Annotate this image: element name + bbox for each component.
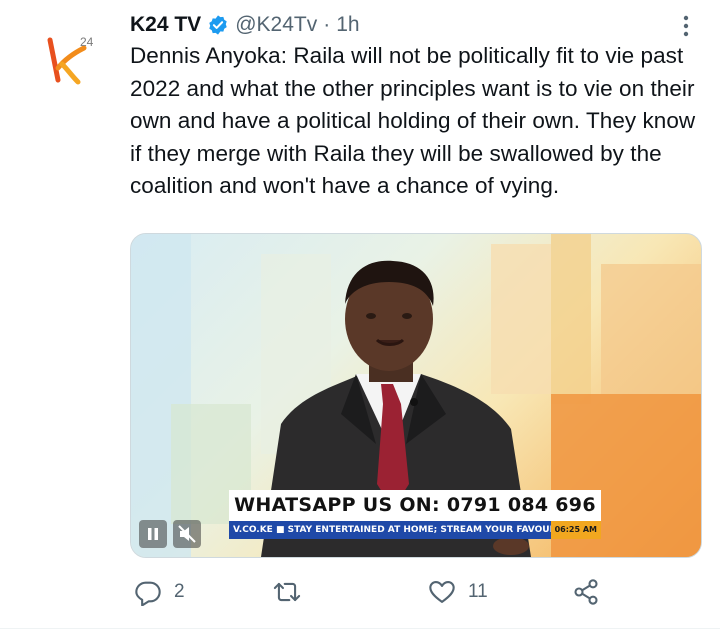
like-icon	[429, 581, 455, 603]
tweet[interactable]: 24 K24 TV @K24Tv · 1h Dennis Anyoka: Rai…	[0, 0, 720, 644]
k24-logo: 24	[47, 35, 94, 85]
separator-dot: ·	[323, 13, 331, 36]
mute-icon[interactable]	[173, 520, 201, 548]
like-count: 11	[468, 581, 488, 602]
svg-text:24: 24	[80, 35, 94, 49]
reply-button[interactable]: 2	[134, 574, 185, 610]
tweet-header: K24 TV @K24Tv · 1h	[130, 10, 360, 40]
tweet-time[interactable]: 1h	[336, 13, 359, 37]
author-name[interactable]: K24 TV	[130, 13, 201, 37]
reply-icon	[135, 581, 161, 606]
ticker-time: 06:25 AM	[550, 521, 601, 539]
author-handle[interactable]: @K24Tv	[235, 13, 317, 37]
like-button[interactable]: 11	[428, 574, 488, 610]
tweet-text: Dennis Anyoka: Raila will not be politic…	[130, 43, 696, 198]
tweet-actions: 2 11	[130, 574, 710, 610]
whatsapp-banner: WHATSAPP US ON: 0791 084 696	[229, 490, 601, 521]
retweet-button[interactable]	[272, 574, 314, 610]
more-icon[interactable]	[676, 12, 696, 40]
divider	[0, 628, 720, 629]
ticker-text: V.CO.KE ■ STAY ENTERTAINED AT HOME; STRE…	[233, 525, 586, 535]
share-icon	[574, 579, 598, 605]
avatar[interactable]: 24	[28, 18, 112, 102]
tweet-media-video[interactable]: WHATSAPP US ON: 0791 084 696 V.CO.KE ■ S…	[130, 233, 702, 558]
news-ticker: V.CO.KE ■ STAY ENTERTAINED AT HOME; STRE…	[229, 521, 601, 539]
pause-icon[interactable]	[139, 520, 167, 548]
retweet-icon	[273, 582, 301, 602]
reply-count: 2	[174, 581, 185, 602]
share-button[interactable]	[572, 574, 600, 610]
verified-icon	[207, 14, 229, 36]
